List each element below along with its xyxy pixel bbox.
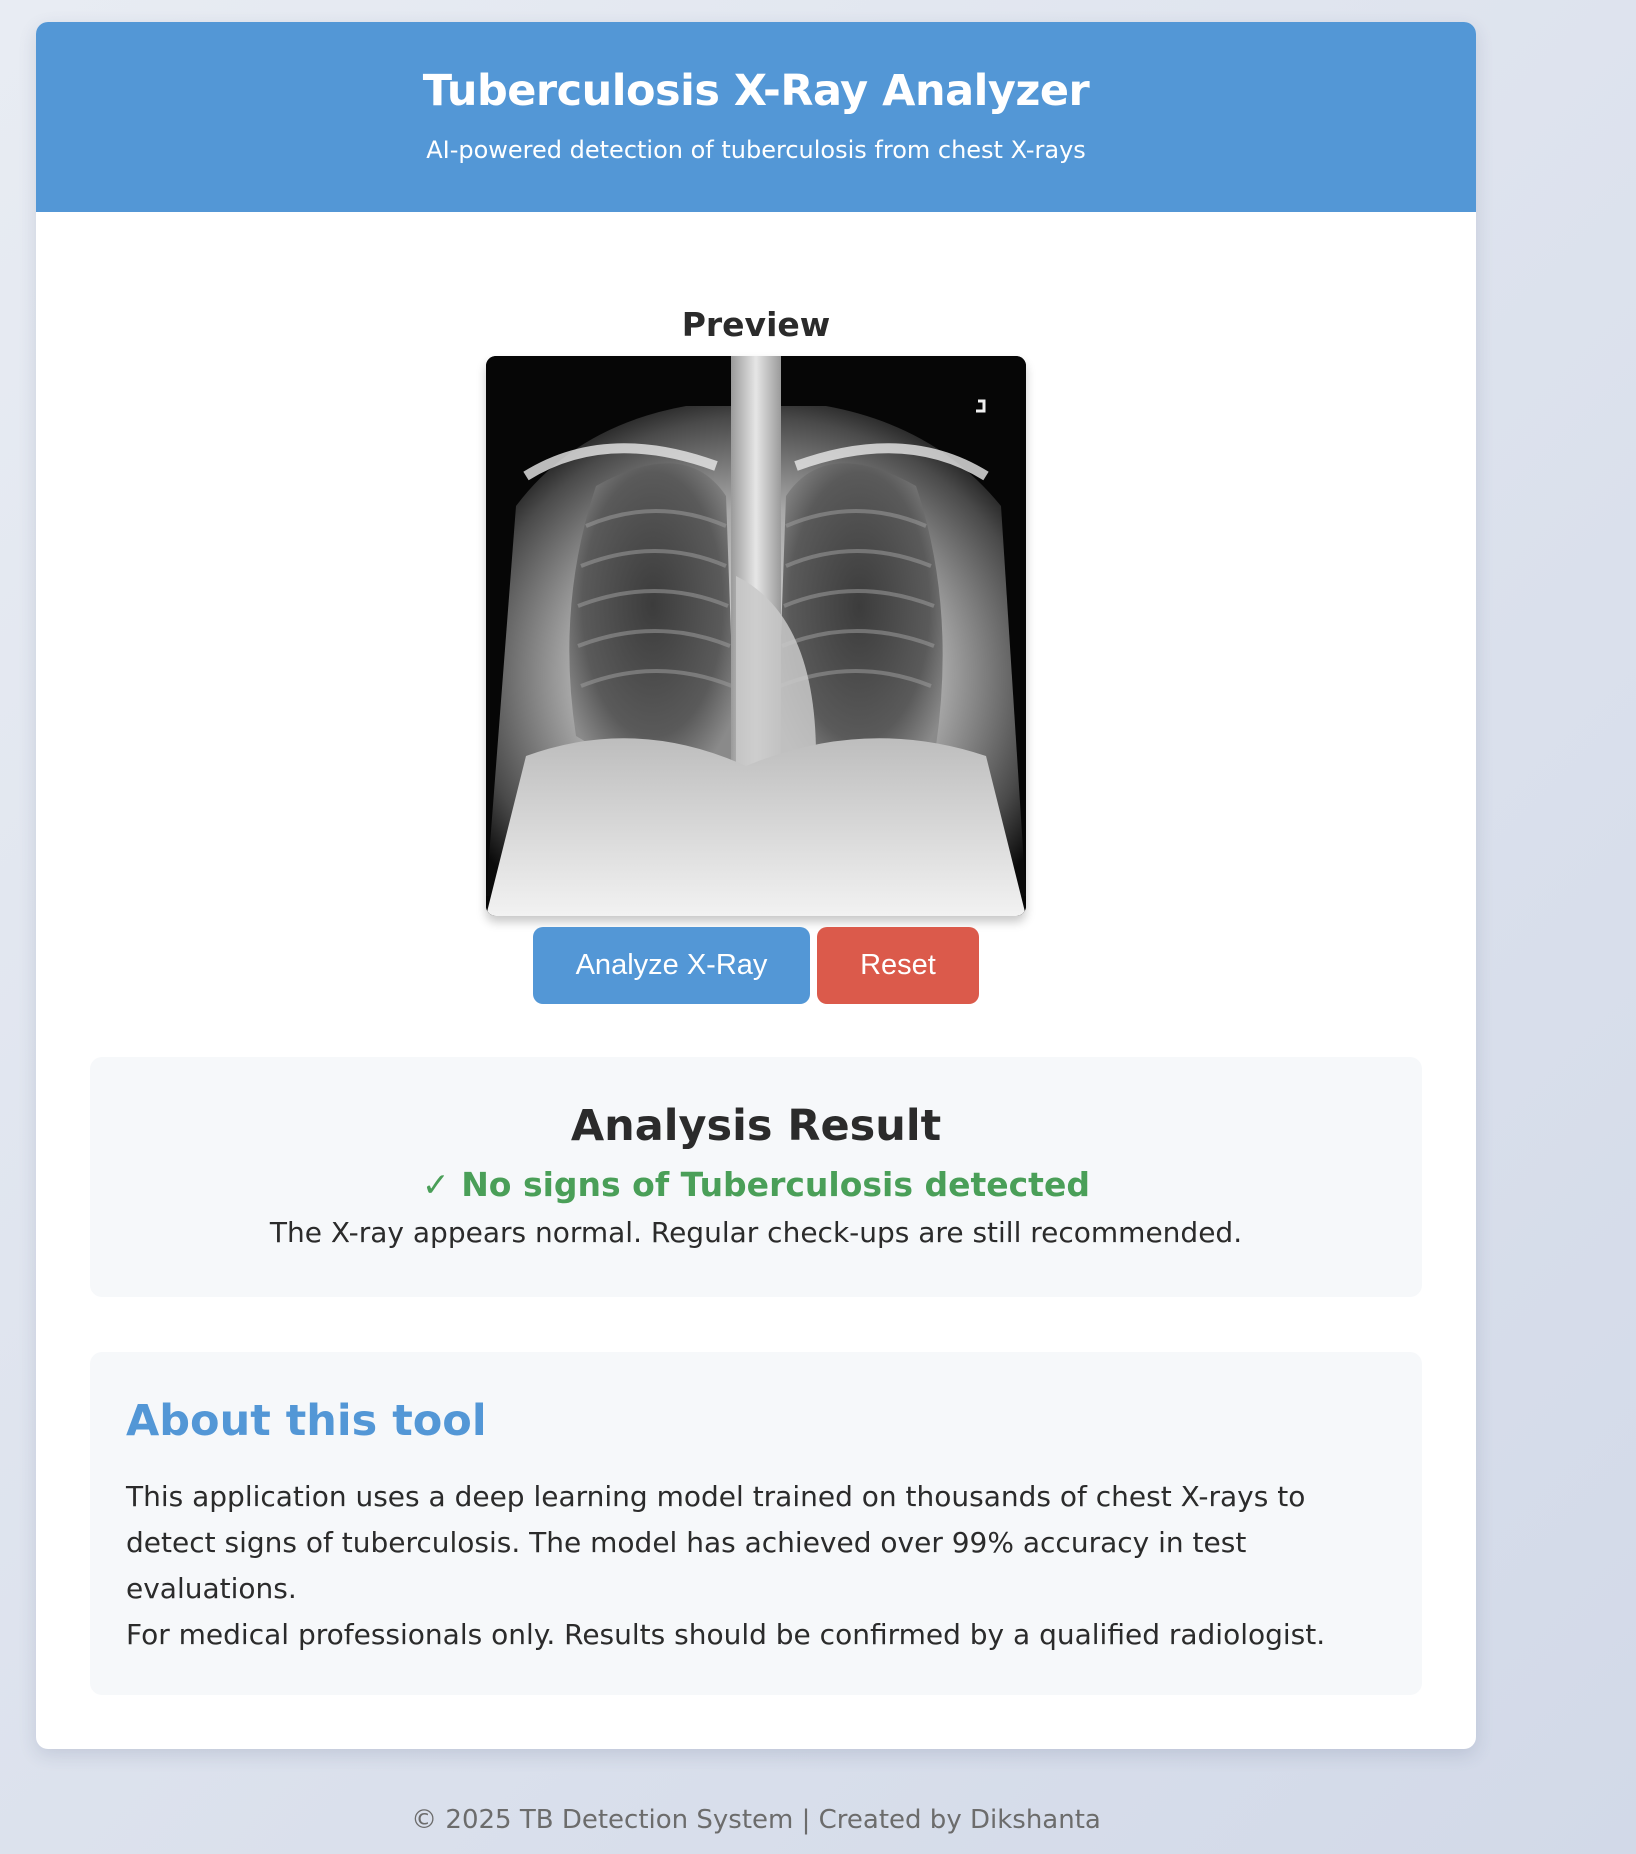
analysis-result-panel: Analysis Result ✓ No signs of Tuberculos… <box>90 1057 1422 1297</box>
chest-xray-image <box>486 356 1026 916</box>
result-title: Analysis Result <box>570 1101 942 1151</box>
analyze-xray-button[interactable]: Analyze X-Ray <box>533 927 810 1004</box>
app-header: Tuberculosis X-Ray Analyzer AI-powered d… <box>36 22 1476 212</box>
footer-text: © 2025 TB Detection System | Created by … <box>411 1805 1101 1835</box>
main-card: Tuberculosis X-Ray Analyzer AI-powered d… <box>36 22 1476 1749</box>
reset-button[interactable]: Reset <box>817 927 979 1004</box>
preview-title: Preview <box>681 305 831 344</box>
about-title: About this tool <box>126 1396 487 1446</box>
about-disclaimer: For medical professionals only. Results … <box>126 1618 1326 1651</box>
about-paragraph: This application uses a deep learning mo… <box>126 1480 1306 1605</box>
result-status: ✓ No signs of Tuberculosis detected <box>90 1165 1422 1204</box>
check-icon: ✓ <box>422 1165 450 1204</box>
app-subtitle: AI-powered detection of tuberculosis fro… <box>426 136 1086 164</box>
about-panel: About this tool This application uses a … <box>90 1352 1422 1695</box>
result-status-text: No signs of Tuberculosis detected <box>461 1165 1090 1204</box>
xray-preview-image <box>486 356 1026 916</box>
result-detail: The X-ray appears normal. Regular check-… <box>269 1216 1243 1249</box>
about-body: This application uses a deep learning mo… <box>90 1446 1422 1658</box>
app-title: Tuberculosis X-Ray Analyzer <box>422 66 1090 116</box>
